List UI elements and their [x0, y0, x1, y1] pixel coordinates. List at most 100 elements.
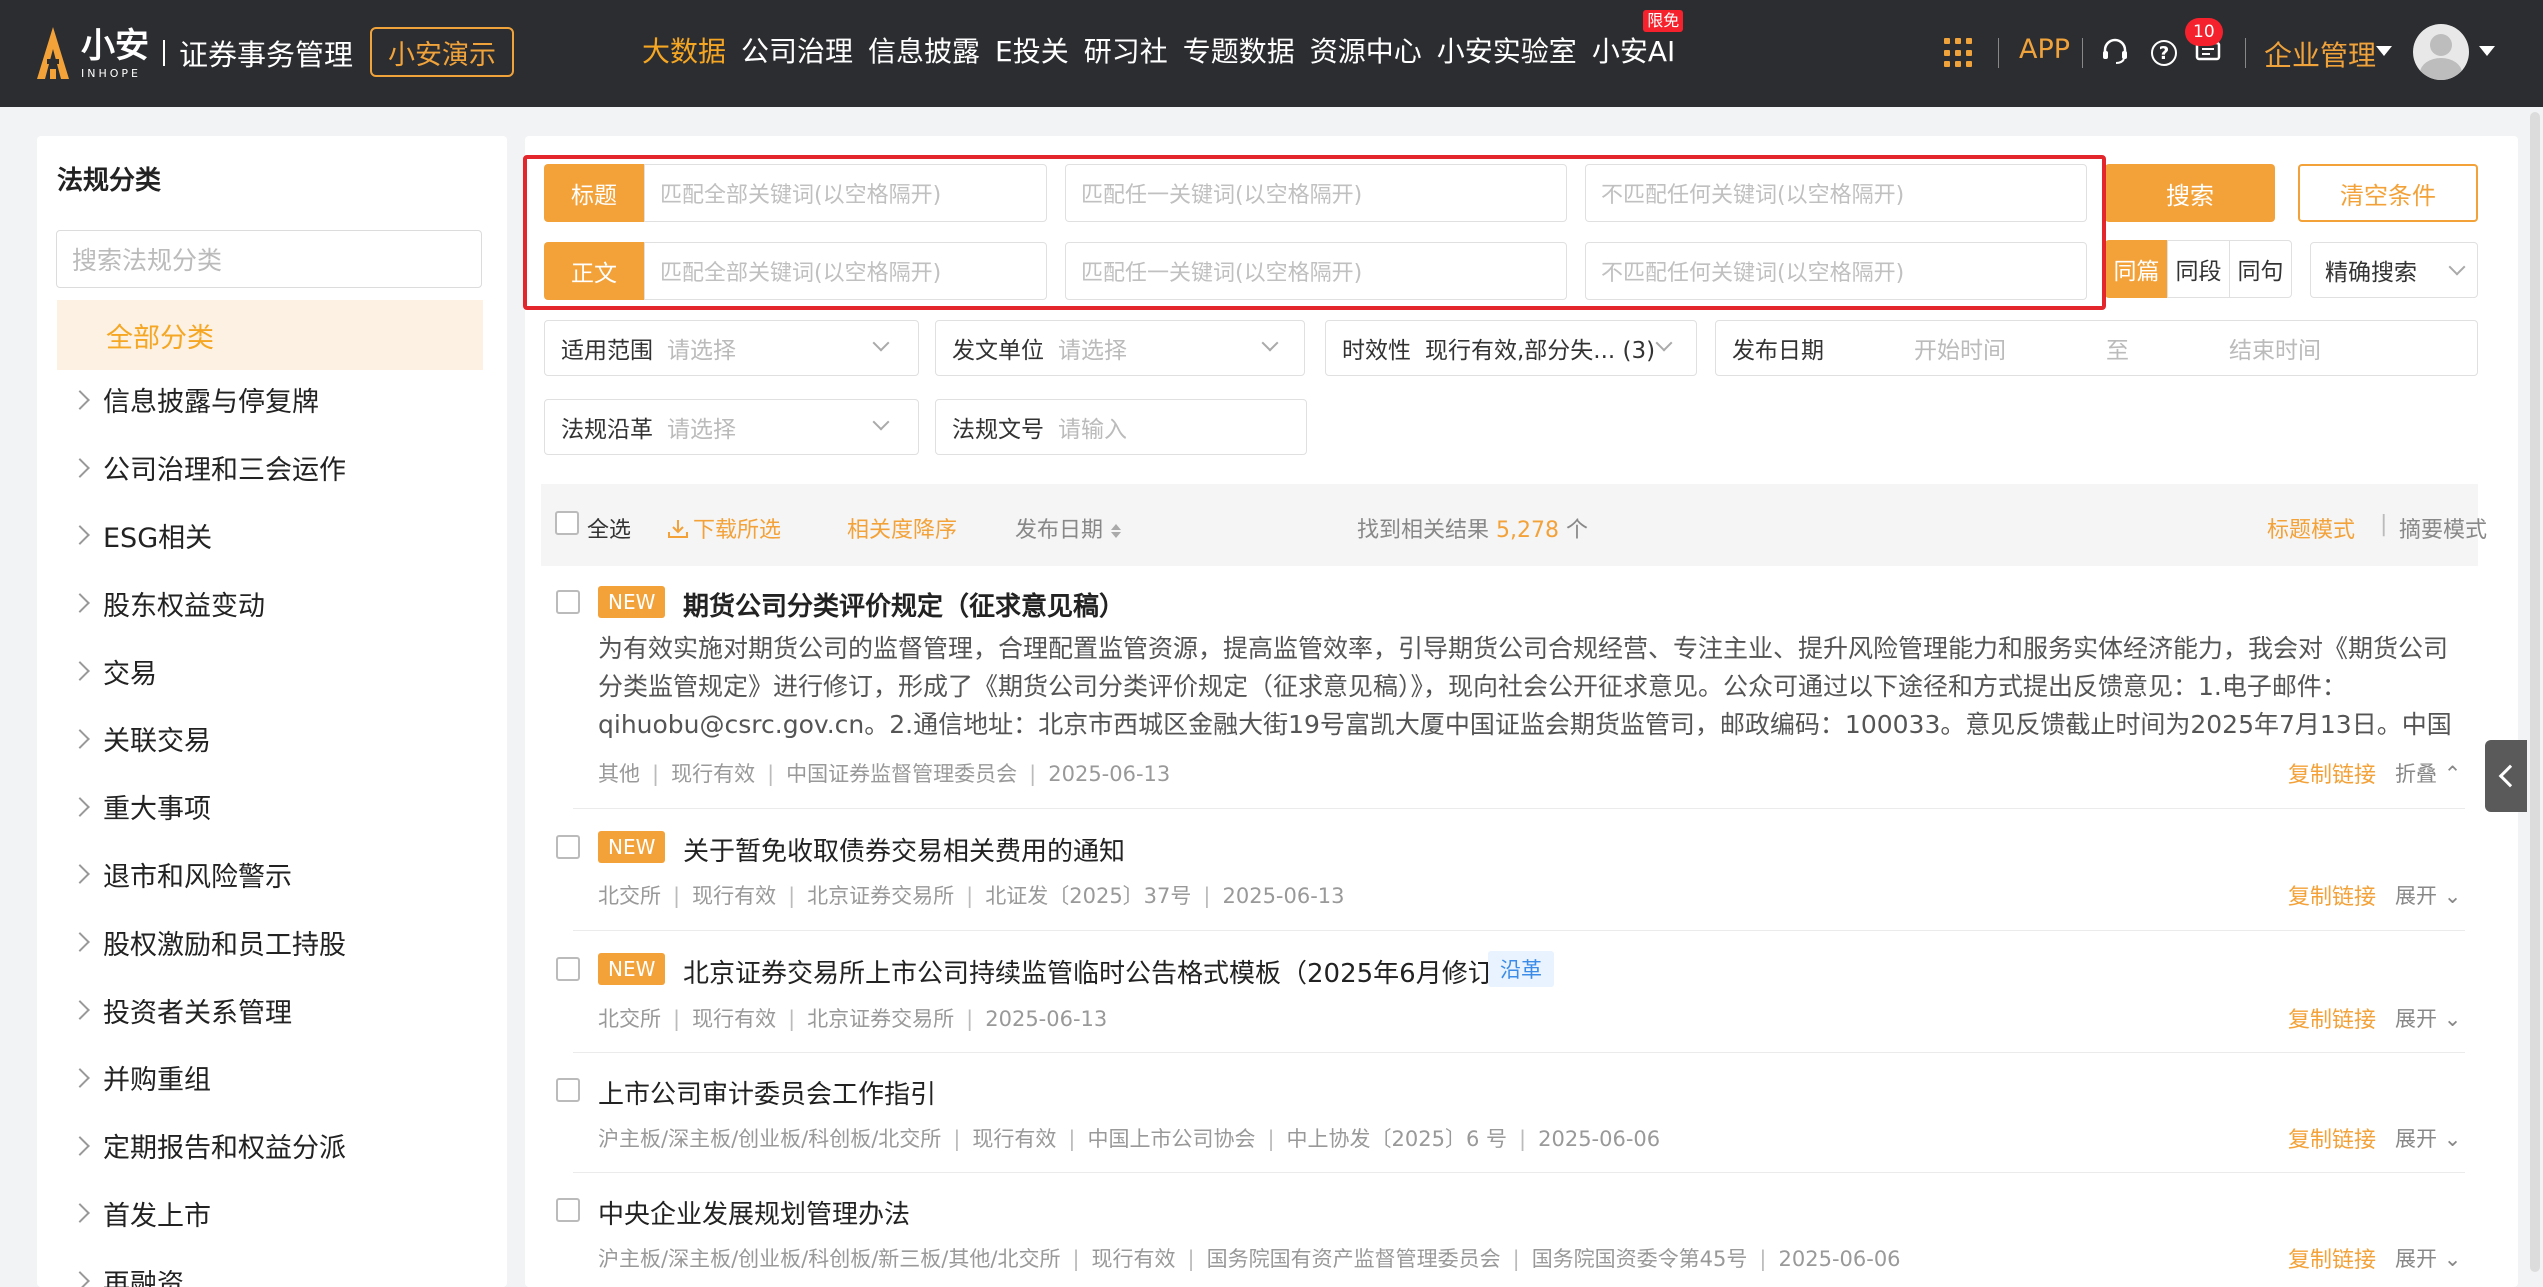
title-mode-button[interactable]: 标题模式	[2267, 512, 2355, 544]
sidebar-item[interactable]: 公司治理和三会运作	[57, 434, 483, 502]
copy-link-button[interactable]: 复制链接	[2288, 1002, 2376, 1034]
enterprise-menu[interactable]: 企业管理	[2264, 34, 2376, 74]
expand-button[interactable]: 展开 ⌄	[2395, 1123, 2461, 1153]
sidebar-item[interactable]: 再融资	[57, 1247, 483, 1287]
divider	[573, 808, 2465, 809]
search-button[interactable]: 搜索	[2105, 164, 2275, 222]
logo-name: 小安	[81, 25, 149, 66]
nav-item-bigdata[interactable]: 大数据	[642, 30, 726, 70]
sidebar-item[interactable]: 并购重组	[57, 1044, 483, 1112]
copy-link-button[interactable]: 复制链接	[2288, 757, 2376, 789]
download-selected-button[interactable]: 下载所选	[667, 512, 781, 544]
logo-icon	[37, 27, 69, 79]
result-title[interactable]: 上市公司审计委员会工作指引	[598, 1074, 936, 1111]
result-title[interactable]: 关于暂免收取债券交易相关费用的通知	[683, 831, 1125, 868]
app-download-link[interactable]: APP	[2019, 34, 2070, 65]
expand-button[interactable]: 展开 ⌄	[2395, 1243, 2461, 1273]
sidebar-item[interactable]: 退市和风险警示	[57, 841, 483, 909]
sidebar-item[interactable]: 信息披露与停复牌	[57, 366, 483, 434]
copy-link-button[interactable]: 复制链接	[2288, 1242, 2376, 1274]
sidebar-item[interactable]: 交易	[57, 637, 483, 705]
collapse-button[interactable]: 折叠 ⌃	[2395, 758, 2461, 788]
nav-item-governance[interactable]: 公司治理	[741, 30, 853, 70]
nav-item-lab[interactable]: 小安实验室	[1437, 30, 1577, 70]
result-title[interactable]: 中央企业发展规划管理办法	[598, 1194, 910, 1231]
side-panel-toggle[interactable]	[2485, 740, 2527, 812]
date-end-input[interactable]: 结束时间	[2229, 331, 2321, 365]
sidebar-item[interactable]: 重大事项	[57, 773, 483, 841]
divider	[2245, 38, 2246, 68]
filter-label: 适用范围	[561, 338, 653, 364]
logo[interactable]: 小安 INHOPE 证券事务管理	[35, 22, 353, 84]
regulation-history-select[interactable]: 法规沿革 请选择	[544, 399, 919, 455]
select-all-checkbox[interactable]	[555, 511, 579, 535]
sidebar-item[interactable]: ESG相关	[57, 502, 483, 570]
sidebar-item[interactable]: 股东权益变动	[57, 569, 483, 637]
result-checkbox[interactable]	[556, 1198, 580, 1222]
nav-item-ai[interactable]: 小安AI 限免	[1592, 10, 1684, 70]
sort-relevance-button[interactable]: 相关度降序	[847, 512, 957, 544]
sidebar-item-all[interactable]: 全部分类	[57, 300, 483, 370]
sort-date-button[interactable]: 发布日期	[1015, 512, 1122, 544]
nav-item-resource-center[interactable]: 资源中心	[1310, 30, 1422, 70]
sidebar-item[interactable]: 首发上市	[57, 1180, 483, 1248]
sidebar-item[interactable]: 定期报告和权益分派	[57, 1112, 483, 1180]
date-start-input[interactable]: 开始时间	[1914, 331, 2006, 365]
history-tag[interactable]: 沿革	[1488, 951, 1554, 987]
clear-conditions-button[interactable]: 清空条件	[2298, 164, 2478, 222]
main-nav: 大数据 公司治理 信息披露 E投关 研习社 专题数据 资源中心 小安实验室 小安…	[642, 10, 1690, 70]
publish-date-range[interactable]: 发布日期 开始时间 至 结束时间	[1715, 320, 2478, 376]
headset-icon[interactable]	[2100, 36, 2130, 66]
expand-button[interactable]: 展开 ⌄	[2395, 1003, 2461, 1033]
nav-item-topic-data[interactable]: 专题数据	[1183, 30, 1295, 70]
filter-label: 时效性	[1342, 338, 1411, 364]
caret-down-icon[interactable]	[2376, 46, 2392, 56]
nav-item-e-investor-relations[interactable]: E投关	[995, 30, 1069, 70]
result-checkbox[interactable]	[556, 957, 580, 981]
user-avatar[interactable]	[2413, 24, 2469, 80]
copy-link-button[interactable]: 复制链接	[2288, 879, 2376, 911]
chevron-down-icon	[872, 413, 890, 431]
demo-account-button[interactable]: 小安演示	[370, 27, 514, 77]
applicable-scope-select[interactable]: 适用范围 请选择	[544, 320, 919, 376]
issuer-select[interactable]: 发文单位 请选择	[935, 320, 1305, 376]
result-meta: 其他 | 现行有效 | 中国证券监督管理委员会 | 2025-06-13	[598, 762, 1171, 786]
expand-button[interactable]: 展开 ⌄	[2395, 880, 2461, 910]
search-mode-select[interactable]: 精确搜索	[2310, 242, 2478, 298]
caret-down-icon[interactable]	[2479, 46, 2495, 56]
result-checkbox[interactable]	[556, 1078, 580, 1102]
help-icon[interactable]: ?	[2151, 40, 2177, 66]
sidebar-item[interactable]: 投资者关系管理	[57, 976, 483, 1044]
result-checkbox[interactable]	[556, 835, 580, 859]
chevron-right-icon	[70, 1000, 90, 1020]
sidebar-item[interactable]: 关联交易	[57, 705, 483, 773]
select-all-label[interactable]: 全选	[587, 512, 631, 544]
apps-grid-icon[interactable]	[1944, 38, 1974, 68]
copy-link-button[interactable]: 复制链接	[2288, 1122, 2376, 1154]
result-title[interactable]: 北京证券交易所上市公司持续监管临时公告格式模板（2025年6月修订）	[683, 953, 1520, 990]
scope-same-paragraph-button[interactable]: 同段	[2167, 240, 2230, 298]
nav-item-study-club[interactable]: 研习社	[1084, 30, 1168, 70]
summary-mode-button[interactable]: 摘要模式	[2399, 512, 2487, 544]
result-meta: 沪主板/深主板/创业板/科创板/北交所 | 现行有效 | 中国上市公司协会 | 中上协发〔2…	[598, 1127, 1661, 1151]
body-any-keyword-input[interactable]: 匹配任一关键词(以空格隔开)	[1065, 242, 1567, 300]
category-search-input[interactable]: 搜索法规分类	[56, 230, 482, 288]
chevron-down-icon	[1655, 334, 1673, 352]
sort-date-label: 发布日期	[1015, 518, 1104, 543]
result-title[interactable]: 期货公司分类评价规定（征求意见稿）	[683, 586, 1125, 623]
nav-item-disclosure[interactable]: 信息披露	[868, 30, 980, 70]
title-exclude-keyword-input[interactable]: 不匹配任何关键词(以空格隔开)	[1585, 164, 2087, 222]
result-checkbox[interactable]	[556, 590, 580, 614]
document-number-input[interactable]: 法规文号 请输入	[935, 399, 1307, 455]
title-all-keywords-input[interactable]: 匹配全部关键词(以空格隔开)	[644, 164, 1047, 222]
result-meta: 北交所 | 现行有效 | 北京证券交易所 | 2025-06-13	[598, 1007, 1108, 1031]
body-all-keywords-input[interactable]: 匹配全部关键词(以空格隔开)	[644, 242, 1047, 300]
page-scrollbar[interactable]	[2527, 107, 2543, 1287]
scope-same-sentence-button[interactable]: 同句	[2229, 240, 2292, 298]
chevron-down-icon: ⌄	[2443, 1247, 2462, 1271]
body-exclude-keyword-input[interactable]: 不匹配任何关键词(以空格隔开)	[1585, 242, 2087, 300]
scope-same-article-button[interactable]: 同篇	[2105, 240, 2168, 298]
sidebar-item[interactable]: 股权激励和员工持股	[57, 908, 483, 976]
title-any-keyword-input[interactable]: 匹配任一关键词(以空格隔开)	[1065, 164, 1567, 222]
validity-select[interactable]: 时效性 现行有效,部分失... (3)	[1325, 320, 1697, 376]
